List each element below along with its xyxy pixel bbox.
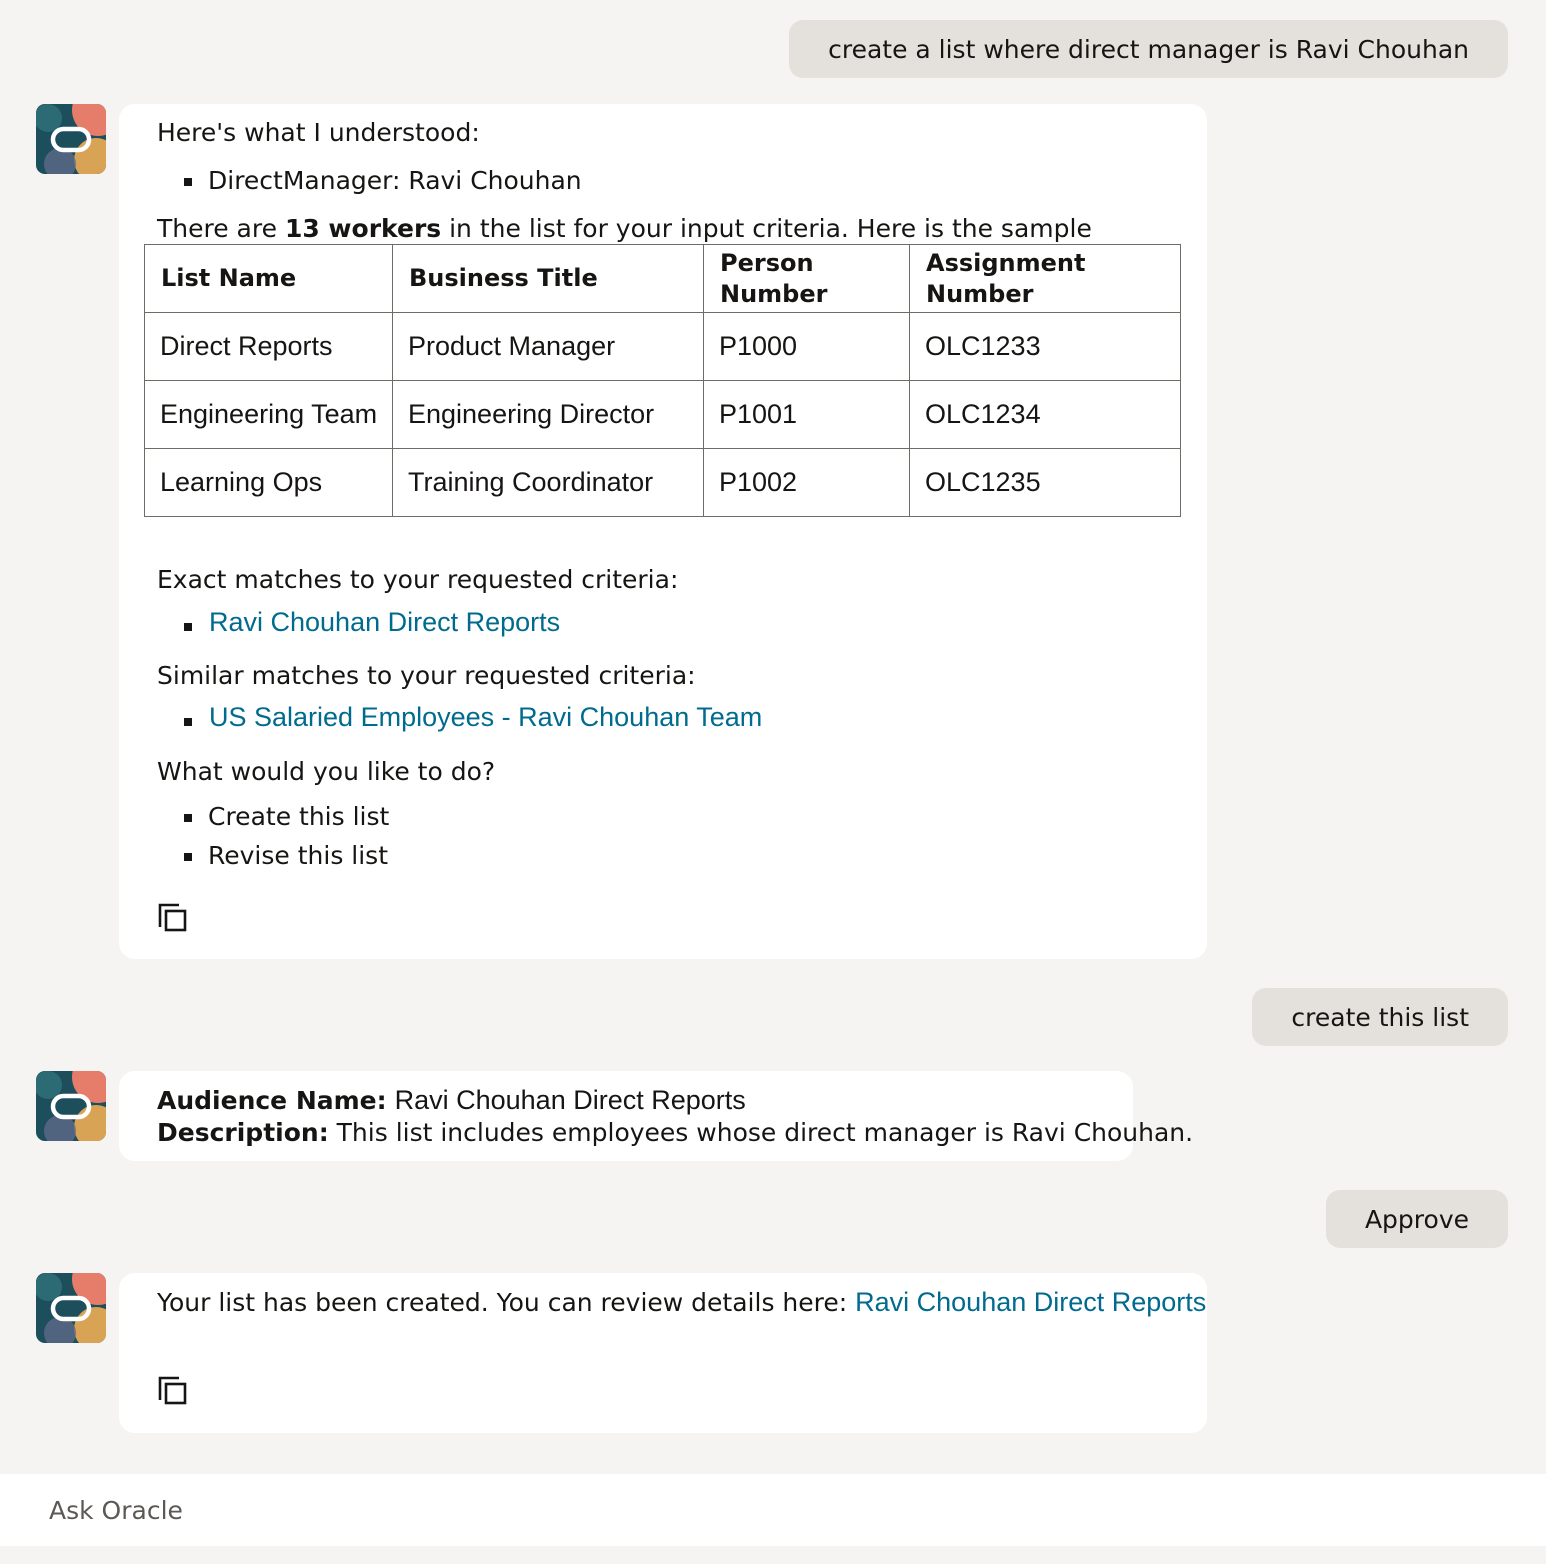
user-message: create this list [1252,988,1508,1046]
copy-icon [158,903,187,932]
oracle-avatar [36,1273,106,1343]
oracle-avatar [36,104,106,174]
description-value: This list includes employees whose direc… [336,1118,1194,1147]
table-cell: OLC1233 [909,312,1181,381]
oracle-logo-icon [36,1273,106,1343]
approve-message: Approve [1325,1190,1508,1248]
worker-count: 13 workers [284,214,442,243]
oracle-logo-icon [36,104,106,174]
table-row: Engineering Team Engineering Director P1… [144,380,1181,449]
exact-matches-heading: Exact matches to your requested criteria… [157,565,679,594]
table-cell: Product Manager [392,312,704,381]
table-cell: OLC1234 [909,380,1181,449]
exact-match-link[interactable]: Ravi Chouhan Direct Reports [209,607,560,638]
oracle-logo-icon [36,1071,106,1141]
audience-name-value: Ravi Chouhan Direct Reports [394,1085,746,1115]
action-heading: What would you like to do? [157,757,496,786]
criteria-item: DirectManager: Ravi Chouhan [208,166,582,195]
table-cell: Training Coordinator [392,448,704,517]
table-cell: Direct Reports [144,312,393,381]
table-header-row: List Name Business Title Person Number A… [144,244,1181,313]
user-message: create a list where direct manager is Ra… [789,20,1508,78]
column-header: Assignment Number [909,244,1181,313]
table-cell: OLC1235 [909,448,1181,517]
bullet [184,814,192,822]
copy-icon [158,1376,187,1405]
bot-message-card: Audience Name: Ravi Chouhan Direct Repor… [119,1071,1193,1161]
table-cell: P1001 [703,380,910,449]
action-create-list[interactable]: Create this list [208,802,389,831]
audience-name-row: Audience Name: Ravi Chouhan Direct Repor… [157,1085,746,1116]
description-row: Description: This list includes employee… [157,1118,1193,1147]
column-header: Person Number [703,244,910,313]
understood-heading: Here's what I understood: [157,118,480,147]
ask-input[interactable] [49,1495,1449,1525]
description-label: Description: [157,1118,329,1147]
table-row: Learning Ops Training Coordinator P1002 … [144,448,1181,517]
similar-matches-heading: Similar matches to your requested criter… [157,661,696,690]
table-cell: Engineering Director [392,380,704,449]
bot-message-card: Here's what I understood: DirectManager:… [119,104,1207,959]
audience-name-label: Audience Name: [157,1086,387,1115]
column-header: List Name [144,244,393,313]
bullet [184,623,192,631]
bullet [184,718,192,726]
action-revise-list[interactable]: Revise this list [208,841,388,870]
column-header: Business Title [392,244,704,313]
similar-match-link[interactable]: US Salaried Employees - Ravi Chouhan Tea… [209,702,762,733]
created-list-link[interactable]: Ravi Chouhan Direct Reports [855,1287,1206,1317]
worker-count-text: There are 13 workers in the list for you… [157,214,1092,243]
copy-button[interactable] [157,902,189,934]
sample-table: List Name Business Title Person Number A… [144,244,1181,517]
copy-button[interactable] [157,1375,189,1407]
bullet [184,178,192,186]
table-cell: P1002 [703,448,910,517]
table-cell: Engineering Team [144,380,393,449]
list-created-message: Your list has been created. You can revi… [157,1287,1207,1317]
bot-message-card: Your list has been created. You can revi… [119,1273,1207,1433]
ask-bar [0,1474,1546,1546]
table-cell: P1000 [703,312,910,381]
oracle-avatar [36,1071,106,1141]
table-row: Direct Reports Product Manager P1000 OLC… [144,312,1181,381]
table-cell: Learning Ops [144,448,393,517]
bullet [184,853,192,861]
